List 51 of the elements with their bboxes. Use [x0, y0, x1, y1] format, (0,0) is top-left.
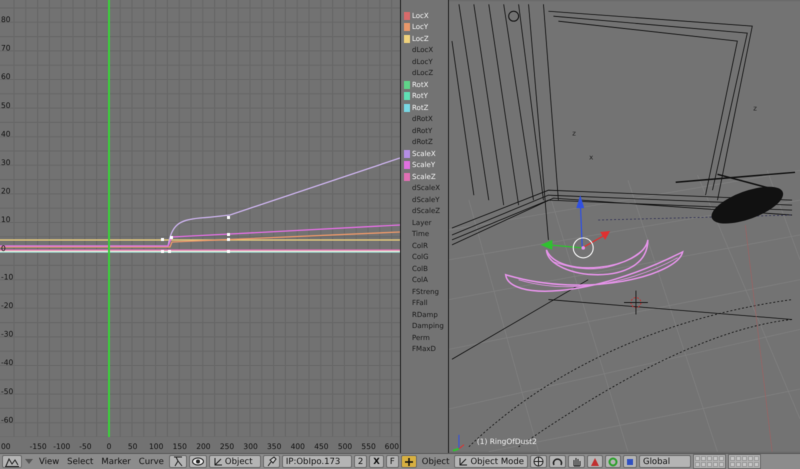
scale-manipulator-button[interactable] [622, 455, 637, 468]
axes-icon [212, 456, 223, 466]
menu-item[interactable]: Object [418, 456, 452, 466]
ring-icon [608, 456, 618, 466]
channel-color-swatch[interactable] [404, 92, 410, 100]
channel-color-swatch[interactable] [404, 104, 410, 112]
view-axes-icon [452, 434, 464, 452]
fake-user-button[interactable]: F [386, 455, 399, 468]
menu-item[interactable]: View [36, 456, 62, 466]
pivot-icon [552, 456, 563, 467]
channel-color-swatch[interactable] [404, 12, 410, 20]
pin-toggle-button[interactable] [168, 455, 187, 468]
object-dropdown[interactable]: Object [208, 455, 261, 468]
editor-type-button[interactable] [2, 455, 22, 468]
ipo-block-field[interactable]: IP:ObIpo.173 [282, 455, 352, 468]
mode-dropdown[interactable]: Object Mode [454, 455, 528, 468]
menu-item[interactable]: Select [64, 456, 96, 466]
users-count-button[interactable]: 2 [354, 455, 368, 468]
triangle-icon [590, 456, 600, 466]
layer-buttons[interactable] [692, 454, 726, 469]
pin-icon [266, 456, 277, 467]
orientation-dropdown[interactable]: Global [638, 455, 691, 468]
square-icon [626, 458, 634, 466]
rotate-manipulator-button[interactable] [604, 455, 621, 468]
channel-color-swatch[interactable] [404, 34, 410, 43]
visibility-toggle-button[interactable] [188, 455, 207, 468]
cross-icon [404, 456, 414, 466]
menu-item[interactable]: Marker [98, 456, 134, 466]
camera-target-icon [508, 10, 520, 22]
channel-color-swatch[interactable] [404, 23, 410, 32]
editor-type-button[interactable] [400, 455, 417, 468]
pivot-button[interactable] [548, 455, 566, 468]
hand-icon [570, 456, 582, 467]
channel-color-swatch[interactable] [404, 172, 410, 181]
transform-manipulator-button[interactable] [568, 455, 585, 468]
sphere-icon [532, 456, 544, 467]
transform-gizmo-icon [540, 195, 610, 258]
collapse-triangle-icon[interactable] [24, 458, 34, 465]
eye-icon [192, 457, 204, 466]
unlink-button[interactable]: X [369, 455, 384, 468]
menu-item[interactable]: Curve [136, 456, 167, 466]
draw-type-button[interactable] [530, 455, 547, 468]
curve-graph-icon [5, 456, 19, 466]
axes-icon [458, 456, 468, 466]
layer-buttons[interactable] [728, 454, 761, 469]
pin-button[interactable] [262, 455, 280, 468]
channel-color-swatch[interactable] [404, 150, 410, 158]
figure-icon [172, 456, 184, 467]
channel-color-swatch[interactable] [404, 80, 410, 89]
channel-color-swatch[interactable] [404, 161, 410, 170]
3d-cursor-icon [624, 290, 648, 315]
